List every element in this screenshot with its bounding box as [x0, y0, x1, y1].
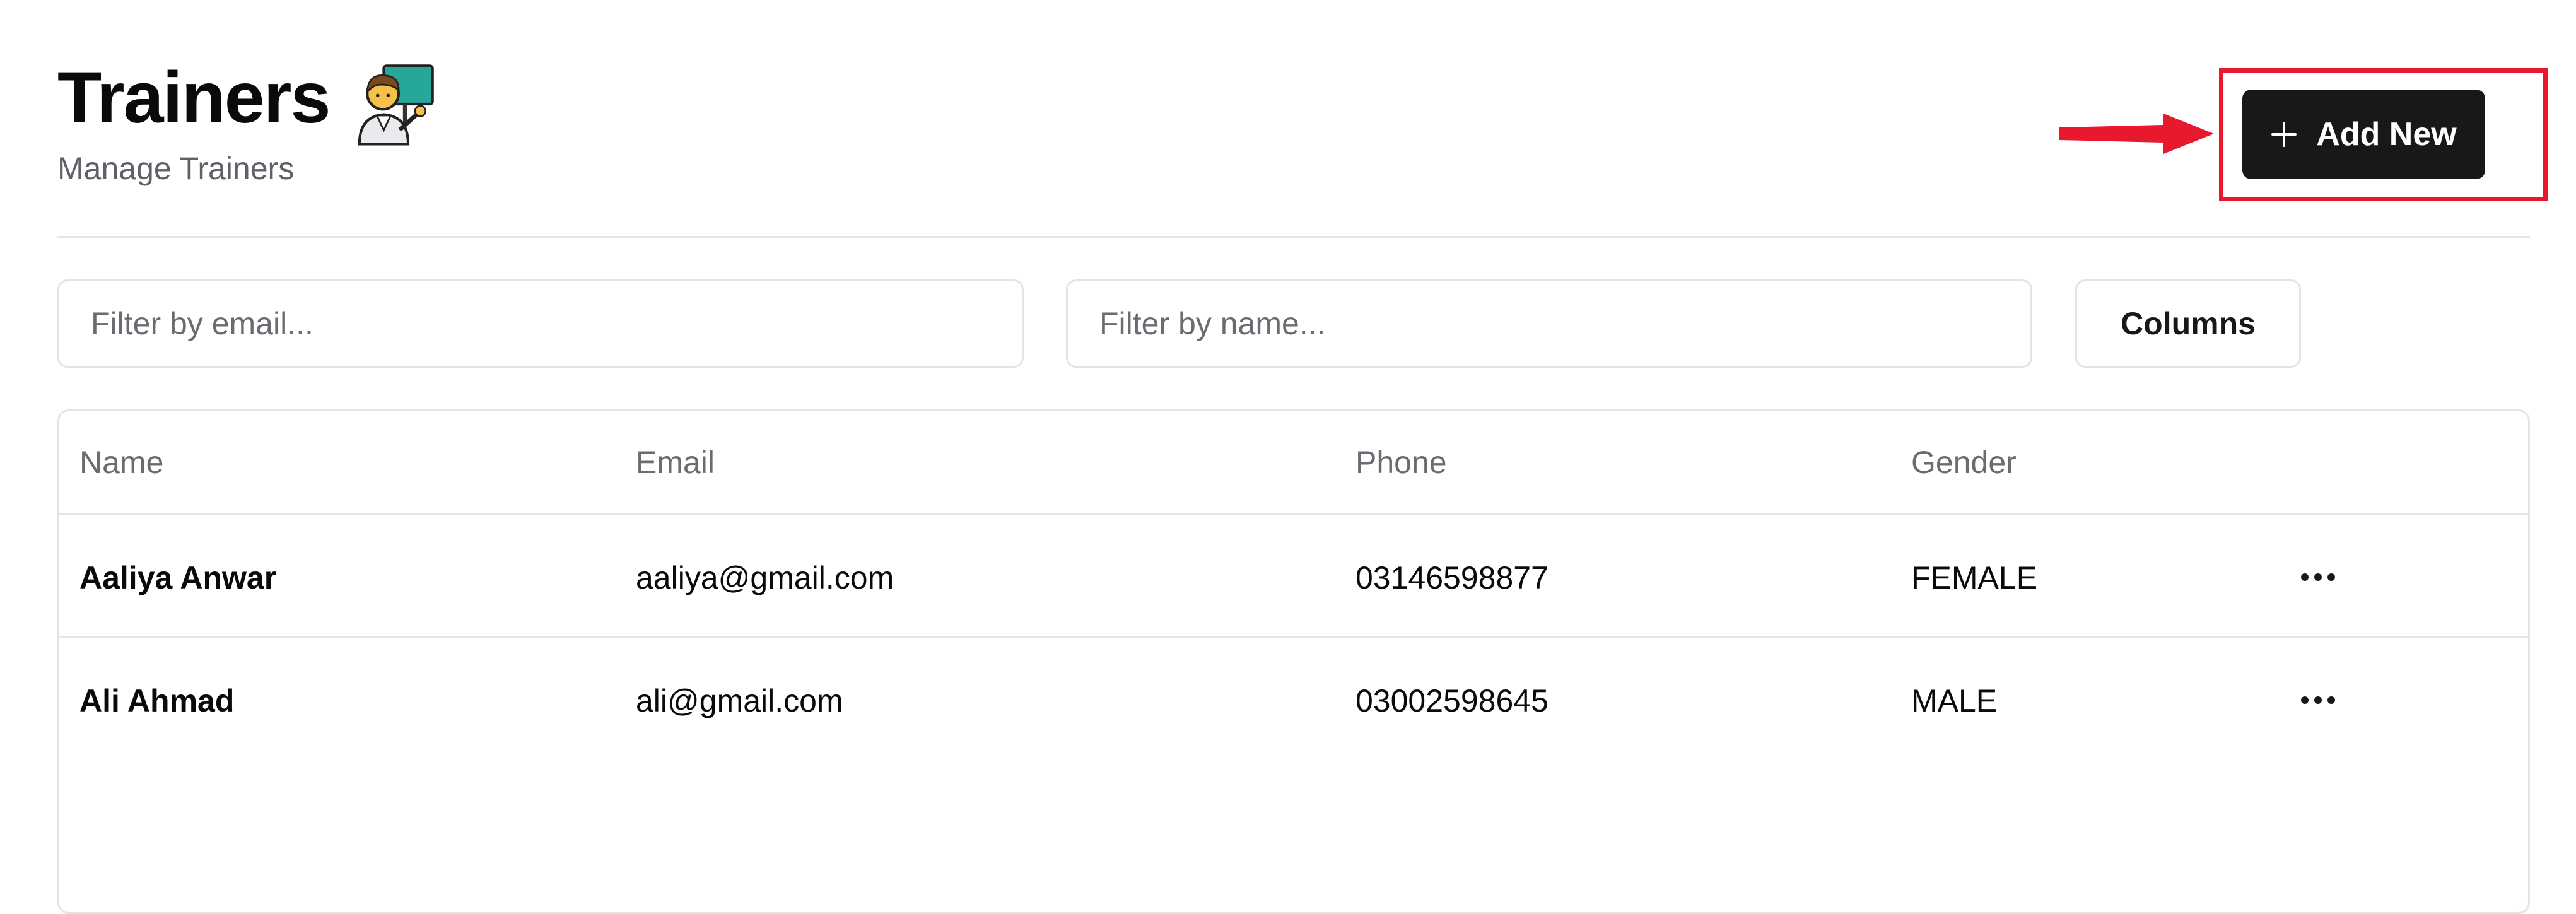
red-arrow-icon	[2059, 114, 2214, 154]
column-header-email[interactable]: Email	[636, 447, 715, 478]
table-cell-name: Aaliya Anwar	[79, 560, 277, 595]
trainers-table	[57, 409, 2530, 914]
row-actions-button[interactable]	[2286, 678, 2350, 722]
header-row-divider	[57, 513, 2530, 515]
table-cell-email: ali@gmail.com	[636, 683, 843, 718]
name-filter-input[interactable]	[1066, 279, 2032, 368]
table-cell-phone: 03002598645	[1355, 683, 1549, 718]
table-cell-phone: 03146598877	[1355, 560, 1549, 595]
add-new-button[interactable]: Add New	[2242, 90, 2485, 179]
email-filter-input[interactable]	[57, 279, 1024, 368]
more-horizontal-icon	[2301, 696, 2335, 704]
teacher-emoji-icon	[358, 64, 434, 146]
column-header-phone[interactable]: Phone	[1355, 447, 1447, 478]
header-divider	[57, 236, 2530, 238]
plus-icon	[2271, 122, 2297, 147]
page-subtitle: Manage Trainers	[57, 151, 295, 186]
row-divider	[57, 636, 2530, 638]
table-cell-name: Ali Ahmad	[79, 683, 235, 718]
more-horizontal-icon	[2301, 573, 2335, 581]
table-cell-email: aaliya@gmail.com	[636, 560, 894, 595]
columns-label: Columns	[2121, 306, 2256, 341]
column-header-gender[interactable]: Gender	[1911, 447, 2017, 478]
add-new-label: Add New	[2316, 116, 2457, 153]
table-cell-gender: FEMALE	[1911, 560, 2038, 595]
columns-button[interactable]: Columns	[2075, 279, 2301, 368]
row-actions-button[interactable]	[2286, 555, 2350, 599]
column-header-name[interactable]: Name	[79, 447, 163, 478]
table-cell-gender: MALE	[1911, 683, 1998, 718]
page-title: Trainers	[57, 57, 331, 138]
